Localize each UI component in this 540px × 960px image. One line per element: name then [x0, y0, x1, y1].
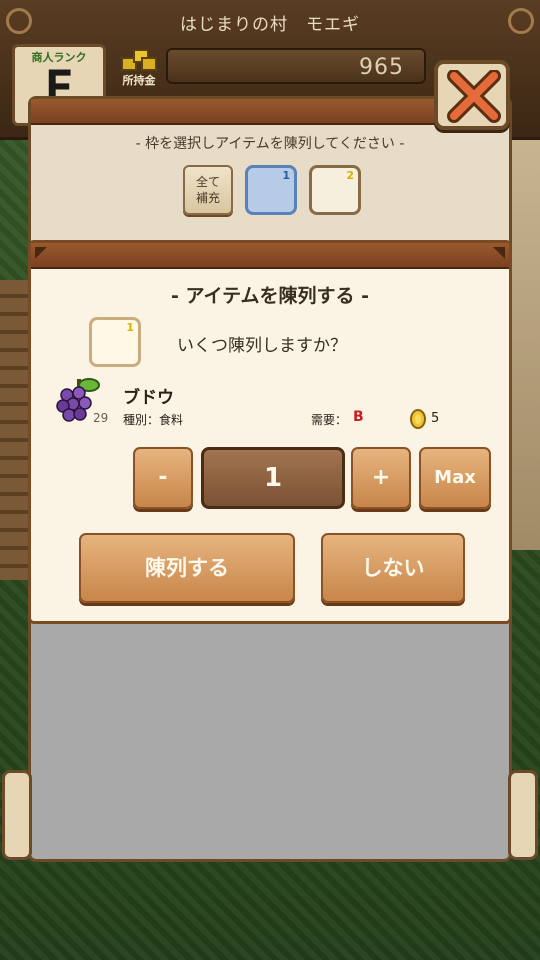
- max-quantity-button[interactable]: Max: [419, 447, 491, 509]
- side-ornament-left: [2, 770, 32, 860]
- target-slot-number: 1: [126, 321, 134, 334]
- dialog-header-bar: [31, 243, 509, 269]
- demand-value: B: [353, 409, 364, 425]
- decrease-quantity-button[interactable]: -: [133, 447, 193, 509]
- quantity-field[interactable]: 1: [201, 447, 345, 509]
- display-button[interactable]: 陳列する: [79, 533, 295, 603]
- title-ornament-right: [508, 8, 534, 34]
- target-slot: 1: [89, 317, 141, 367]
- coin-icon: [410, 409, 426, 429]
- quantity-question: いくつ陳列しますか？: [177, 336, 347, 356]
- header-corner-right: [493, 247, 505, 259]
- slot-number: 1: [282, 169, 290, 182]
- display-slot-1[interactable]: 1: [245, 165, 297, 215]
- gold-value: 965: [359, 55, 404, 80]
- close-button[interactable]: [434, 60, 510, 130]
- item-name: ブドウ: [123, 388, 174, 408]
- demand-label: 需要：: [311, 413, 348, 427]
- display-item-dialog: - アイテムを陳列する - 1 いくつ陳列しますか？ 29 ブドウ 種別：食料 …: [28, 240, 512, 624]
- item-stock: 29: [93, 411, 109, 425]
- item-price: 5: [431, 411, 440, 426]
- village-title: はじまりの村 モエギ: [180, 15, 360, 35]
- header-corner-left: [35, 247, 47, 259]
- gold-pile-icon: [121, 49, 157, 71]
- background-fence: [0, 280, 30, 580]
- increase-quantity-button[interactable]: +: [351, 447, 411, 509]
- slot-number: 2: [346, 169, 354, 182]
- item-category: 種別：食料: [123, 413, 184, 427]
- fill-all-button[interactable]: 全て 補充: [183, 165, 233, 215]
- side-ornament-right: [508, 770, 538, 860]
- dialog-title: - アイテムを陳列する -: [170, 285, 370, 307]
- fill-all-label-line2: 補充: [195, 191, 220, 205]
- gold-label: 所持金: [122, 74, 156, 87]
- display-slot-2[interactable]: 2: [309, 165, 361, 215]
- fill-all-label-line1: 全て: [195, 175, 220, 189]
- slot-selection-area: - 枠を選択しアイテムを陳列してください - 全て 補充 1 2: [31, 125, 509, 243]
- close-icon: [447, 70, 501, 123]
- cancel-button[interactable]: しない: [321, 533, 465, 603]
- gold-display: 965: [166, 48, 426, 84]
- slot-instruction: - 枠を選択しアイテムを陳列してください -: [135, 136, 405, 152]
